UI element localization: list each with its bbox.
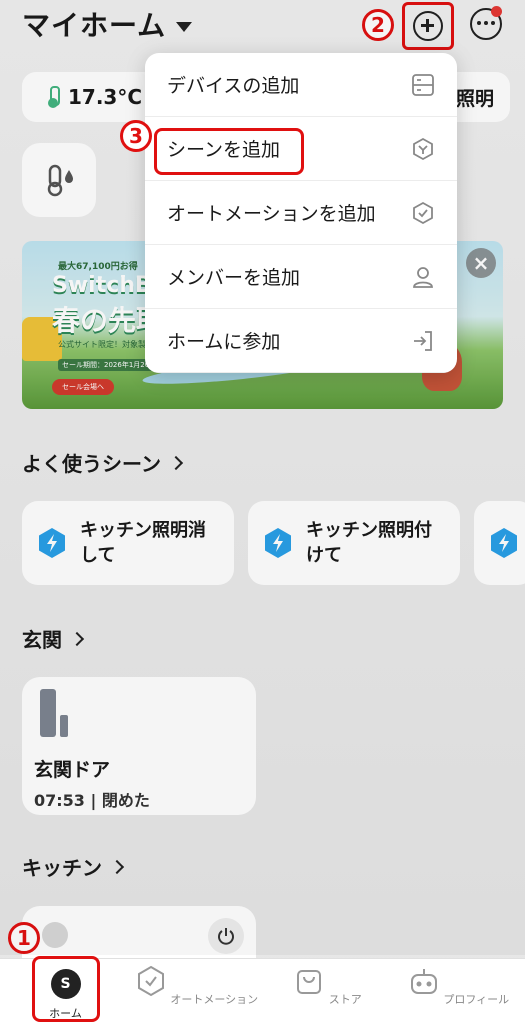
scene-label: キッチン照明消して xyxy=(80,520,206,566)
scene-card-on[interactable]: キッチン照明付けて xyxy=(248,501,460,585)
automation-check-icon xyxy=(413,201,433,225)
scene-icon xyxy=(413,137,433,161)
home-selector[interactable]: マイホーム xyxy=(22,4,193,44)
tab-label: オートメーション xyxy=(170,993,259,1006)
person-icon xyxy=(413,267,433,288)
more-dots-icon xyxy=(470,6,502,40)
tab-label: プロフィール xyxy=(443,993,510,1006)
thermometer-icon xyxy=(48,86,60,108)
step-badge-3: 3 xyxy=(120,120,152,152)
menu-item-add-device[interactable]: デバイスの追加 xyxy=(145,53,457,117)
scene-bolt-icon xyxy=(265,528,291,558)
close-banner-icon[interactable]: × xyxy=(466,248,496,278)
device-list-icon xyxy=(412,74,434,96)
temperature-chip[interactable]: 17.3°C xyxy=(22,72,162,122)
favorite-scenes-title: よく使うシーン xyxy=(22,452,161,476)
device-card-entrance-door[interactable]: 玄関ドア 07:53 | 閉めた xyxy=(22,677,256,815)
plus-circle-icon xyxy=(413,11,443,41)
favorite-scenes-header[interactable]: よく使うシーン xyxy=(22,448,184,477)
tab-profile[interactable]: プロフィール xyxy=(393,965,524,1007)
automation-icon xyxy=(137,965,164,997)
chevron-right-icon xyxy=(69,631,85,646)
scene-label: キッチン照明付けて xyxy=(306,520,432,566)
menu-item-label: ホームに参加 xyxy=(167,331,281,353)
add-button[interactable] xyxy=(402,2,454,50)
store-icon xyxy=(297,970,322,994)
scene-card-partial[interactable] xyxy=(474,501,525,585)
page-title: マイホーム xyxy=(22,9,167,42)
caret-down-icon xyxy=(176,22,193,32)
menu-item-add-automation[interactable]: オートメーションを追加 xyxy=(145,181,457,245)
more-button[interactable] xyxy=(470,6,504,42)
join-home-icon xyxy=(414,331,432,351)
kitchen-title: キッチン xyxy=(22,856,102,880)
sensor-tile[interactable] xyxy=(22,143,96,217)
power-icon xyxy=(218,928,234,945)
scene-bolt-icon xyxy=(39,528,65,558)
add-menu: デバイスの追加 シーンを追加 オートメーションを追加 メンバーを追加 ホームに参… xyxy=(145,53,457,373)
scene-card-off[interactable]: キッチン照明消して xyxy=(22,501,234,585)
step-badge-1: 1 xyxy=(8,922,40,954)
bulb-icon xyxy=(42,922,68,948)
menu-item-label: デバイスの追加 xyxy=(167,75,300,97)
entrance-title: 玄関 xyxy=(22,628,62,652)
temperature-value: 17.3°C xyxy=(68,85,143,109)
notification-dot xyxy=(491,6,502,17)
robot-profile-icon xyxy=(410,969,437,994)
banner-cta-button[interactable]: セール会場へ xyxy=(52,379,114,395)
power-button[interactable] xyxy=(208,918,244,954)
home-tab-highlight-box xyxy=(32,956,100,1022)
device-status: 07:53 | 閉めた xyxy=(34,791,150,810)
tab-label: ストア xyxy=(328,993,362,1006)
banner-title: SwitchB xyxy=(52,273,152,298)
entrance-header[interactable]: 玄関 xyxy=(22,624,85,653)
thermo-humidity-icon xyxy=(47,164,73,197)
menu-item-label: メンバーを追加 xyxy=(167,267,301,289)
kitchen-header[interactable]: キッチン xyxy=(22,852,125,881)
scene-highlight-box xyxy=(154,128,304,175)
tab-automation[interactable]: オートメーション xyxy=(131,965,262,1007)
contact-sensor-icon xyxy=(40,689,68,737)
chevron-right-icon xyxy=(168,455,184,470)
menu-item-label: オートメーションを追加 xyxy=(167,203,376,225)
device-name: 玄関ドア xyxy=(34,759,111,781)
chevron-right-icon xyxy=(109,859,125,874)
step-badge-2: 2 xyxy=(362,9,394,41)
menu-item-join-home[interactable]: ホームに参加 xyxy=(145,309,457,373)
lighting-chip-label: 照明 xyxy=(455,87,494,110)
scene-bolt-icon xyxy=(491,528,517,558)
menu-item-add-member[interactable]: メンバーを追加 xyxy=(145,245,457,309)
banner-price-tag: 最大67,100円お得 xyxy=(58,262,138,272)
tab-store[interactable]: ストア xyxy=(262,965,393,1007)
